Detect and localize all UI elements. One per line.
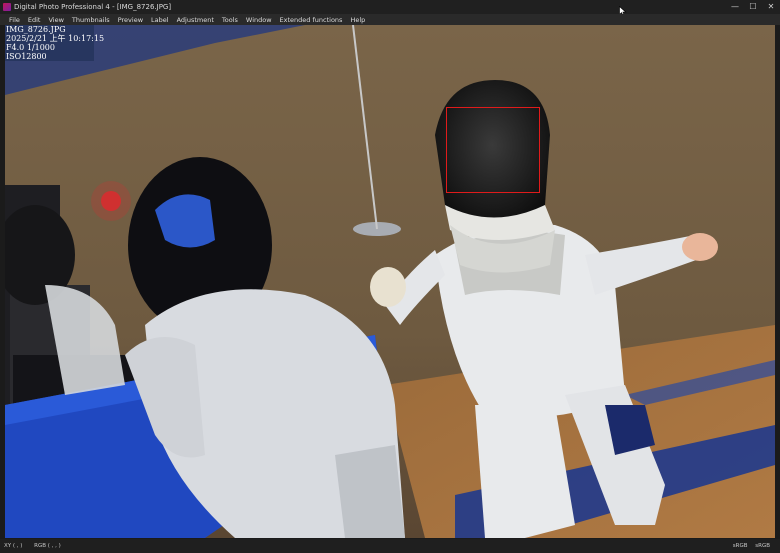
close-button[interactable]: ✕: [762, 0, 780, 14]
image-info-overlay: IMG_8726.JPG 2025/2/21 上午 10:17:15 F4.0 …: [5, 25, 105, 61]
menu-edit[interactable]: Edit: [24, 16, 45, 24]
info-exposure: F4.0 1/1000: [6, 43, 55, 52]
menu-adjustment[interactable]: Adjustment: [173, 16, 218, 24]
window-title: Digital Photo Professional 4 - [IMG_8726…: [14, 3, 172, 11]
image-preview[interactable]: [5, 25, 775, 538]
maximize-button[interactable]: ☐: [744, 0, 762, 14]
menu-thumbnails[interactable]: Thumbnails: [68, 16, 114, 24]
app-icon: [3, 3, 11, 11]
menu-preview[interactable]: Preview: [114, 16, 147, 24]
menu-file[interactable]: File: [0, 16, 24, 24]
status-bar: XY ( , ) RGB ( , , ) sRGB sRGB: [0, 539, 780, 553]
info-datetime: 2025/2/21 上午 10:17:15: [6, 34, 105, 43]
menu-help[interactable]: Help: [346, 16, 369, 24]
window-controls: — ☐ ✕: [726, 0, 780, 14]
menu-view[interactable]: View: [44, 16, 67, 24]
menu-label[interactable]: Label: [147, 16, 173, 24]
color-space-label-2: sRGB: [755, 543, 770, 549]
rgb-readout: RGB ( , , ): [34, 543, 61, 549]
coords-readout: XY ( , ): [4, 543, 23, 549]
fencing-photo: [5, 25, 775, 538]
menu-window[interactable]: Window: [242, 16, 276, 24]
menu-extended-functions[interactable]: Extended functions: [276, 16, 347, 24]
title-bar: Digital Photo Professional 4 - [IMG_8726…: [0, 0, 780, 14]
color-space-label-1: sRGB: [732, 543, 748, 549]
info-iso: ISO12800: [6, 52, 47, 61]
af-point-frame: [446, 107, 540, 193]
menu-bar: File Edit View Thumbnails Preview Label …: [0, 14, 780, 25]
menu-tools[interactable]: Tools: [218, 16, 242, 24]
minimize-button[interactable]: —: [726, 0, 744, 14]
info-filename: IMG_8726.JPG: [6, 25, 66, 34]
